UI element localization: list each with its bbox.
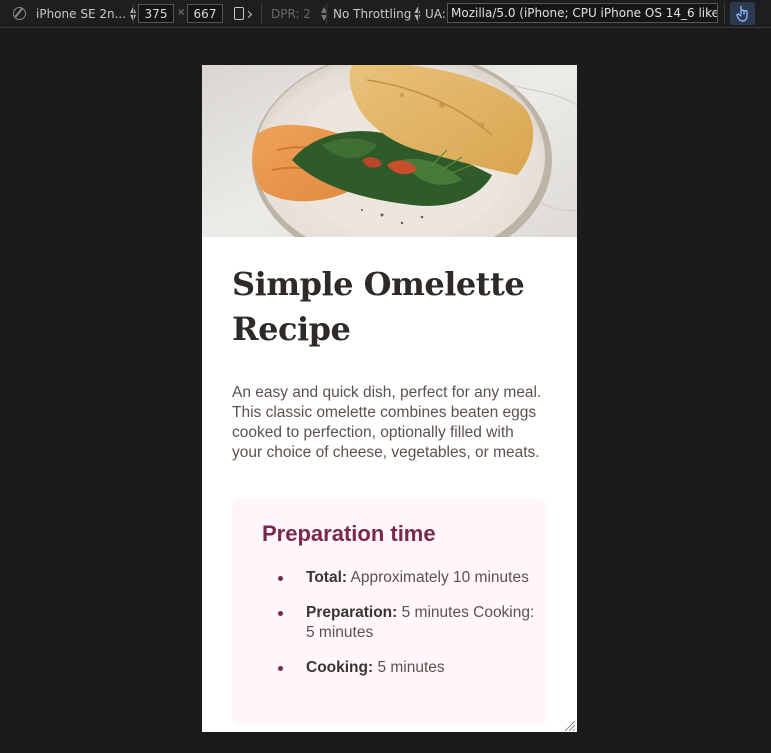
- times-separator: ×: [177, 7, 186, 18]
- list-item: Cooking: 5 minutes: [278, 658, 537, 678]
- recipe-title: Simple Omelette Recipe: [232, 265, 525, 348]
- width-input[interactable]: 375: [138, 4, 174, 23]
- ua-label: UA:: [425, 6, 446, 21]
- throttling-label: No Throttling: [333, 6, 412, 21]
- resize-handle[interactable]: [562, 717, 576, 732]
- list-item: Preparation: 5 minutes Cooking: 5 minute…: [278, 603, 537, 643]
- preparation-time-box: Preparation time Total: Approximately 10…: [232, 498, 547, 725]
- item-label: Preparation:: [306, 604, 398, 621]
- preparation-heading: Preparation time: [262, 521, 436, 546]
- omelette-image: [202, 65, 577, 237]
- height-input[interactable]: 667: [187, 4, 223, 23]
- user-agent-input[interactable]: Mozilla/5.0 (iPhone; CPU iPhone OS 14_6 …: [447, 3, 718, 23]
- device-icon: [13, 7, 26, 20]
- item-label: Total:: [306, 569, 348, 586]
- dpr-selector[interactable]: DPR: 2 ▲ ▼: [271, 0, 327, 27]
- rotate-button[interactable]: [234, 0, 244, 27]
- device-name: iPhone SE 2n...: [36, 6, 127, 21]
- item-value: 5 minutes: [373, 659, 445, 676]
- device-selector[interactable]: iPhone SE 2n... ▲▼: [13, 0, 136, 27]
- throttling-selector[interactable]: No Throttling ▲▼: [333, 0, 421, 27]
- preparation-list: Total: Approximately 10 minutes Preparat…: [262, 568, 537, 678]
- dpr-label: DPR: 2: [271, 6, 311, 21]
- item-value: Approximately 10 minutes: [347, 569, 529, 586]
- touch-hand-icon: [735, 5, 748, 22]
- device-viewport[interactable]: Simple Omelette Recipe An easy and quick…: [202, 65, 577, 732]
- item-label: Cooking:: [306, 659, 374, 676]
- list-item: Total: Approximately 10 minutes: [278, 568, 537, 588]
- device-toolbar: iPhone SE 2n... ▲▼ 375 × 667 DPR: 2 ▲▼ N…: [0, 0, 771, 28]
- touch-emulation-button[interactable]: [730, 2, 755, 25]
- recipe-description: An easy and quick dish, perfect for any …: [232, 384, 542, 461]
- rotate-icon: [234, 7, 244, 20]
